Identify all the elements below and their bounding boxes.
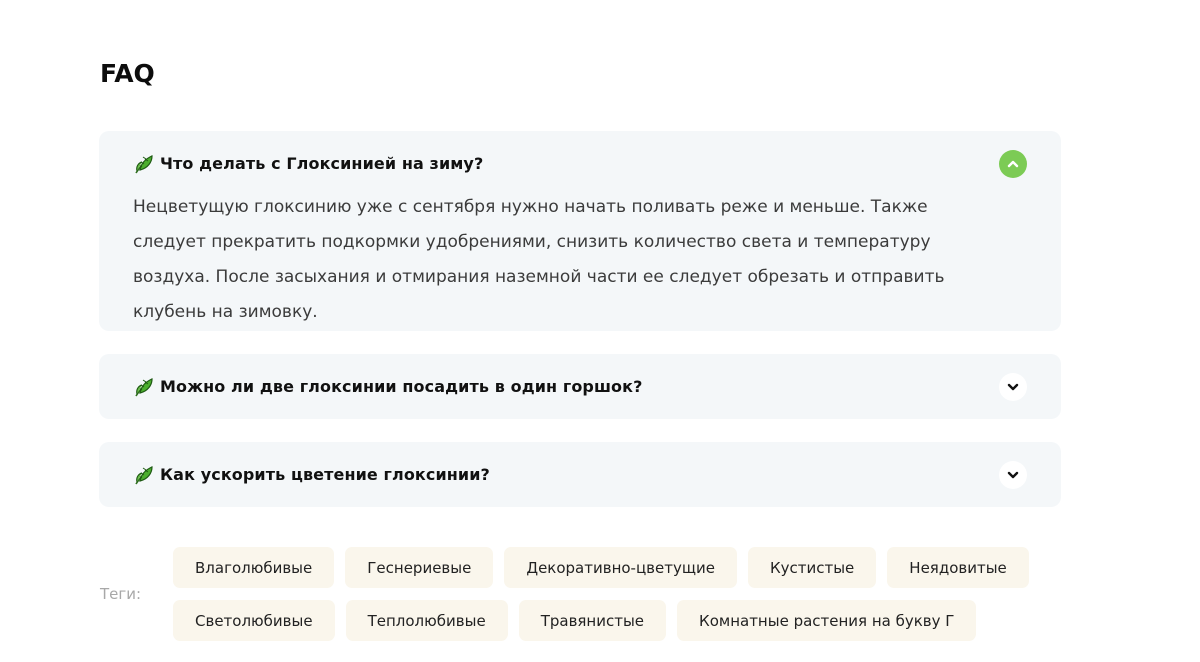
faq-question: Можно ли две глоксинии посадить в один г… bbox=[160, 377, 643, 396]
faq-question: Как ускорить цветение глоксинии? bbox=[160, 465, 490, 484]
chevron-down-icon[interactable] bbox=[999, 461, 1027, 489]
leaf-icon bbox=[133, 376, 155, 398]
faq-title: FAQ bbox=[100, 59, 155, 88]
tag-neyadovitye[interactable]: Неядовитые bbox=[887, 547, 1029, 588]
tags-label: Теги: bbox=[100, 585, 142, 603]
faq-question: Что делать с Глоксинией на зиму? bbox=[160, 154, 484, 173]
tag-svetolyubivye[interactable]: Светолюбивые bbox=[173, 600, 335, 641]
faq-item: Что делать с Глоксинией на зиму? Нецвету… bbox=[99, 131, 1061, 331]
tag-vlagolyubivye[interactable]: Влаголюбивые bbox=[173, 547, 335, 588]
tags-row: Светолюбивые Теплолюбивые Травянистые Ко… bbox=[173, 600, 977, 641]
faq-question-row[interactable]: Можно ли две глоксинии посадить в один г… bbox=[99, 354, 1061, 419]
faq-question-row[interactable]: Как ускорить цветение глоксинии? bbox=[99, 442, 1061, 507]
tag-dekorativno-tsvetushchie[interactable]: Декоративно-цветущие bbox=[504, 547, 737, 588]
page: FAQ Что делать с Глоксинией на зиму? Нец… bbox=[0, 0, 1200, 662]
tags-row: Влаголюбивые Геснериевые Декоративно-цве… bbox=[173, 547, 1029, 588]
tag-teplolyubivye[interactable]: Теплолюбивые bbox=[345, 600, 508, 641]
chevron-down-icon[interactable] bbox=[999, 373, 1027, 401]
faq-item: Можно ли две глоксинии посадить в один г… bbox=[99, 354, 1061, 419]
chevron-up-icon[interactable] bbox=[999, 150, 1027, 178]
faq-list: Что делать с Глоксинией на зиму? Нецвету… bbox=[99, 131, 1061, 530]
tag-travyanistye[interactable]: Травянистые bbox=[518, 600, 667, 641]
tag-gesnerievye[interactable]: Геснериевые bbox=[345, 547, 494, 588]
faq-answer: Нецветущую глоксинию уже с сентября нужн… bbox=[133, 197, 945, 322]
faq-item: Как ускорить цветение глоксинии? bbox=[99, 442, 1061, 507]
leaf-icon bbox=[133, 464, 155, 486]
leaf-icon bbox=[133, 153, 155, 175]
tag-kustistye[interactable]: Кустистые bbox=[747, 547, 877, 588]
tag-komnatnye-rasteniya-na-bukvu-g[interactable]: Комнатные растения на букву Г bbox=[677, 600, 977, 641]
